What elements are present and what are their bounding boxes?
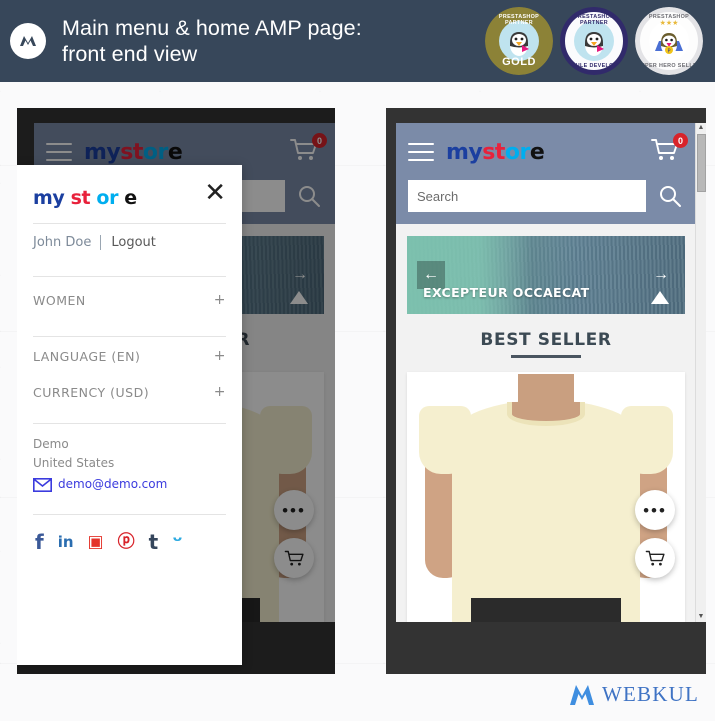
prestashop-partner-module-developer-badge: PRESTASHOP PARTNER MODULE DEVELOPER: [560, 7, 628, 75]
company-name: Demo: [33, 437, 69, 451]
cart-button[interactable]: 0: [650, 133, 688, 167]
menu-item-label: CURRENCY (USD): [33, 384, 150, 400]
badge-top-text: PRESTASHOP PARTNER: [573, 14, 615, 26]
store-logo[interactable]: my st or e: [446, 139, 545, 165]
prestashop-partner-gold-badge: PRESTASHOP PARTNER GOLD: [485, 7, 553, 75]
expand-plus-icon: +: [213, 292, 226, 308]
tumblr-icon[interactable]: t: [149, 532, 159, 552]
menu-logo-part4: e: [124, 187, 137, 209]
webkul-logo-icon: [569, 684, 594, 705]
hero-carousel-right[interactable]: ← → EXCEPTEUR OCCAECAT: [407, 236, 685, 314]
menu-item-women[interactable]: WOMEN +: [33, 277, 226, 322]
store-logo-part1: my: [446, 139, 483, 165]
menu-item-label: LANGUAGE (EN): [33, 348, 141, 364]
main-menu-panel: my st or e ✕ John Doe Logout WOMEN + LAN…: [17, 165, 242, 665]
contact-info: Demo United States demo@demo.com: [33, 424, 226, 500]
screen-right: my st or e 0 Search ← → EXCEPTEUR OCCAEC…: [396, 123, 696, 622]
contact-email: demo@demo.com: [58, 477, 168, 491]
best-seller-section-right: BEST SELLER: [396, 330, 696, 358]
mockups-area: my st or e 0 Search → ••• my st or e ✕ J…: [0, 82, 715, 721]
page-title: Main menu & home AMP page: front end vie…: [62, 16, 362, 66]
footer-brand-name: WEBKUL: [601, 682, 699, 706]
search-icon[interactable]: [656, 182, 684, 210]
section-title: BEST SELLER: [480, 330, 612, 350]
add-to-cart-icon[interactable]: [635, 538, 675, 578]
expand-plus-icon: +: [213, 348, 226, 364]
menu-logo-part2: st: [70, 187, 91, 209]
footer-brand: WEBKUL: [569, 682, 699, 707]
page-header: Main menu & home AMP page: front end vie…: [0, 0, 715, 82]
svg-text:P: P: [667, 49, 670, 55]
search-input[interactable]: [408, 180, 646, 212]
vertical-scrollbar[interactable]: ▲ ▼: [695, 123, 706, 622]
carousel-caption: EXCEPTEUR OCCAECAT: [423, 285, 590, 300]
more-options-label: •••: [643, 500, 667, 520]
account-row: John Doe Logout: [33, 224, 226, 262]
badge-top-text: PRESTASHOP PARTNER: [498, 14, 540, 26]
carousel-overlay: [407, 236, 685, 314]
menu-item-currency[interactable]: CURRENCY (USD) +: [33, 373, 226, 409]
store-header-right: my st or e 0: [396, 123, 696, 224]
facebook-icon[interactable]: f: [35, 532, 44, 552]
close-icon[interactable]: ✕: [204, 179, 226, 205]
pinterest-icon[interactable]: ⓟ: [118, 533, 135, 551]
menu-logo-part3: or: [96, 187, 119, 209]
menu-item-label: WOMEN: [33, 292, 86, 308]
instagram-icon[interactable]: ▣: [88, 533, 104, 551]
country-name: United States: [33, 456, 115, 470]
logout-link[interactable]: Logout: [101, 235, 156, 250]
phone-mockup-home: my st or e 0 Search ← → EXCEPTEUR OCCAEC…: [386, 108, 706, 674]
store-logo-part3: or: [504, 139, 530, 165]
menu-item-language[interactable]: LANGUAGE (EN) +: [33, 337, 226, 373]
linkedin-icon[interactable]: in: [58, 534, 74, 550]
envelope-icon: [33, 477, 52, 492]
hamburger-icon[interactable]: [408, 143, 434, 161]
cart-count-badge: 0: [673, 133, 688, 148]
title-underline: [511, 355, 581, 358]
badge-bottom-text: GOLD: [502, 56, 536, 68]
user-name[interactable]: John Doe: [33, 235, 102, 250]
prestashop-super-hero-seller-badge: ★★★ P PRESTASHOP SUPER HERO SELLER: [635, 7, 703, 75]
menu-logo-part1: my: [33, 187, 65, 209]
product-card-right[interactable]: •••: [407, 372, 685, 622]
more-options-icon[interactable]: •••: [635, 490, 675, 530]
scroll-down-icon[interactable]: ▼: [698, 612, 705, 622]
triangle-up-icon: [651, 291, 669, 304]
scroll-up-icon[interactable]: ▲: [698, 123, 705, 133]
twitter-icon[interactable]: ᵕ: [172, 531, 183, 553]
badge-bottom-text: MODULE DEVELOPER: [562, 63, 626, 69]
store-logo-part4: e: [529, 139, 545, 165]
badge-stars: ★★★: [659, 20, 679, 27]
social-links: f in ▣ ⓟ t ᵕ: [33, 515, 226, 553]
contact-email-row[interactable]: demo@demo.com: [33, 475, 226, 494]
expand-plus-icon: +: [213, 384, 226, 400]
partner-badges: PRESTASHOP PARTNER GOLD PRESTASHOP PARTN…: [485, 7, 703, 75]
phone-mockup-menu: my st or e 0 Search → ••• my st or e ✕ J…: [17, 108, 335, 674]
menu-store-logo[interactable]: my st or e: [33, 187, 137, 209]
store-logo-part2: st: [482, 139, 505, 165]
scrollbar-thumb[interactable]: [696, 134, 706, 192]
carousel-next-button[interactable]: →: [647, 261, 675, 289]
badge-bottom-text: SUPER HERO SELLER: [636, 63, 702, 69]
webkul-w-icon: [10, 23, 46, 59]
